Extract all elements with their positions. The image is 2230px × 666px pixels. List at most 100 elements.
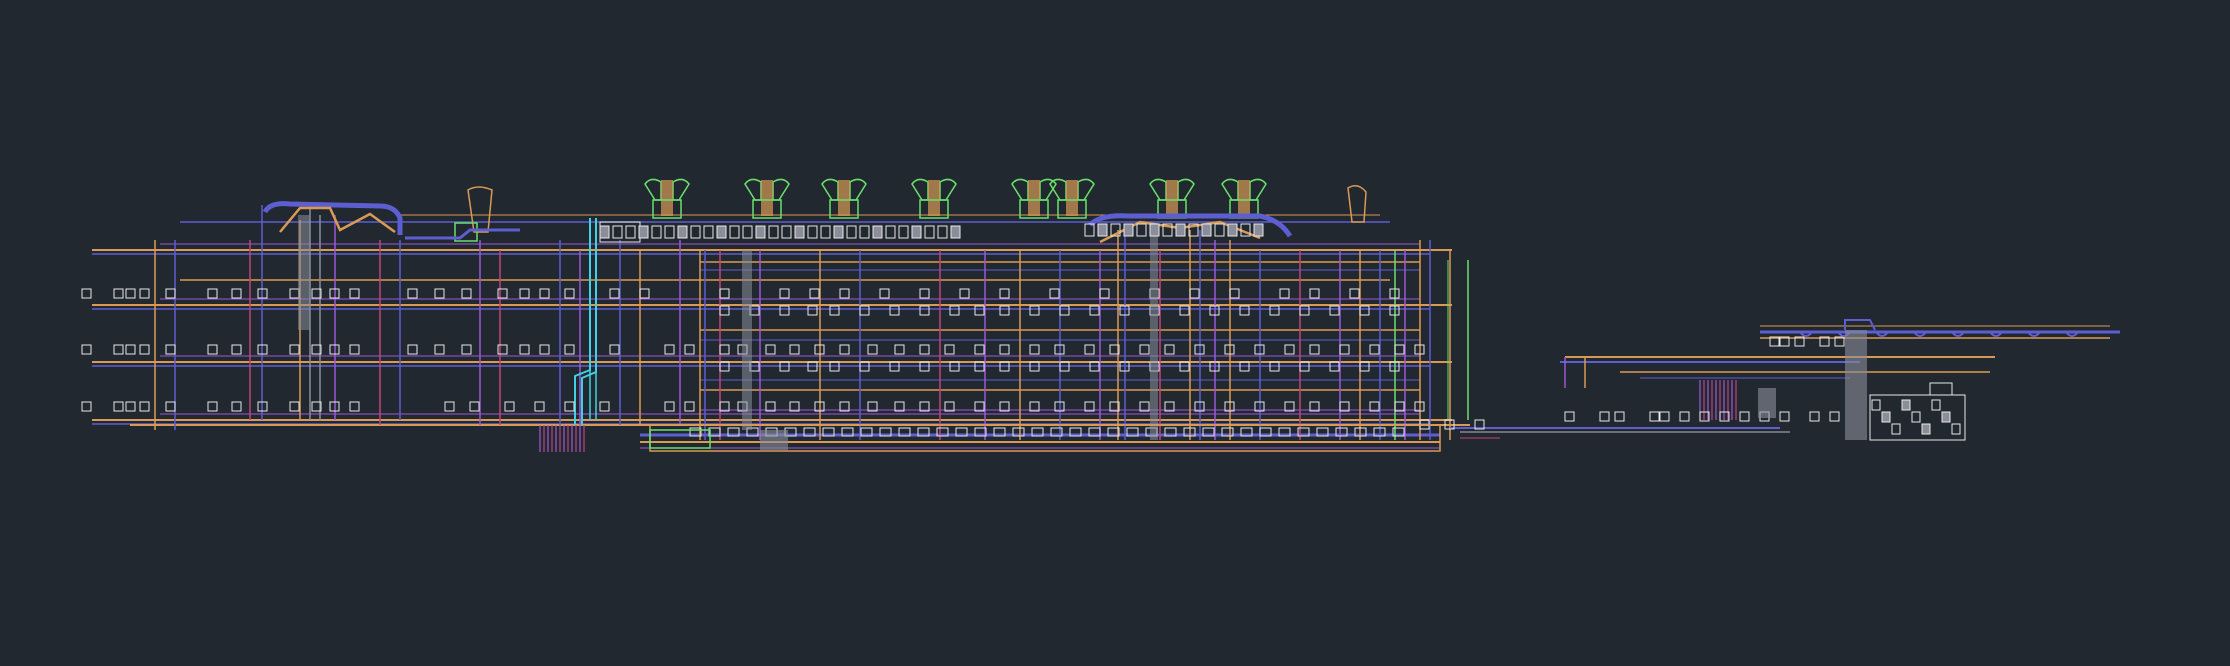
rooftop-ahu: [644, 178, 690, 219]
fixture-box: [944, 344, 955, 355]
fixture-box: [919, 344, 930, 355]
roof-equipment-block: [1227, 223, 1238, 237]
roof-equipment-block: [690, 225, 701, 239]
ahu-body: [1028, 180, 1040, 216]
fixture-box: [719, 288, 730, 299]
cad-drawing-viewport[interactable]: [0, 0, 2230, 666]
roof-equipment-block: [599, 225, 610, 239]
fixture-box: [879, 288, 890, 299]
roof-equipment-block: [872, 225, 883, 239]
layer-pipes: [154, 205, 1790, 452]
roof-equipment-block: [833, 225, 844, 239]
roof-equipment-block: [924, 225, 935, 239]
fixture-box: [434, 344, 445, 355]
rooftop-ahu: [1149, 178, 1195, 219]
ahu-body: [1066, 180, 1078, 216]
fixture-box: [949, 305, 960, 316]
roof-equipment-block: [937, 225, 948, 239]
fixture-box: [889, 305, 900, 316]
ahu-intake-left: [644, 178, 662, 201]
ahu-intake-right: [849, 178, 867, 201]
fixture-box: [113, 288, 124, 299]
fixture-box: [539, 344, 550, 355]
fixture-box: [1284, 344, 1295, 355]
ahu-intake-right: [1249, 178, 1267, 201]
fixture-box: [1309, 344, 1320, 355]
fixture-box: [664, 401, 675, 412]
fixture-box: [207, 344, 218, 355]
exhaust-hood: [1347, 185, 1367, 223]
vertical-duct: [298, 215, 310, 330]
fixture-box: [564, 401, 575, 412]
rooftop-ahu: [1221, 178, 1267, 219]
fixture-box: [1829, 411, 1840, 422]
roof-equipment-block: [729, 225, 740, 239]
roof-equipment-block: [911, 225, 922, 239]
fixture-box: [779, 305, 790, 316]
annex-roof-fan: [1929, 382, 1953, 396]
fixture-box: [113, 401, 124, 412]
fixture-box: [534, 401, 545, 412]
fixture-box: [1059, 305, 1070, 316]
ahu-body: [1166, 180, 1178, 216]
roof-equipment-block: [820, 225, 831, 239]
ahu-intake-left: [911, 178, 929, 201]
roof-equipment-block: [885, 225, 896, 239]
fixture-box: [289, 401, 300, 412]
fixture-box: [349, 344, 360, 355]
roof-equipment-block: [638, 225, 649, 239]
roof-equipment-block: [742, 225, 753, 239]
fixture-box: [125, 288, 136, 299]
fixture-box: [139, 344, 150, 355]
rooftop-ahu: [744, 178, 790, 219]
fixture-box: [807, 305, 818, 316]
fixture-box: [139, 288, 150, 299]
roof-equipment-block: [807, 225, 818, 239]
fixture-box: [1739, 411, 1750, 422]
fixture-box: [231, 288, 242, 299]
fixture-box: [1649, 411, 1660, 422]
ahu-intake-left: [1221, 178, 1239, 201]
fixture-box: [1049, 288, 1060, 299]
roof-equipment-block: [703, 225, 714, 239]
fixture-box: [609, 344, 620, 355]
fixture-box: [1239, 305, 1250, 316]
fixture-box: [639, 288, 650, 299]
fixture-box: [1359, 305, 1370, 316]
roof-equipment-block: [794, 225, 805, 239]
fixture-box: [407, 288, 418, 299]
supply-duct: [405, 228, 520, 240]
fixture-box: [867, 344, 878, 355]
fixture-box: [1084, 344, 1095, 355]
supply-duct: [262, 201, 403, 235]
fixture-box: [999, 344, 1010, 355]
fixture-box: [1139, 344, 1150, 355]
roof-equipment-block: [612, 225, 623, 239]
roof-equipment-block: [1123, 223, 1134, 237]
fixture-box: [139, 401, 150, 412]
fixture-box: [1029, 305, 1040, 316]
fixture-box: [974, 344, 985, 355]
fixture-box: [349, 401, 360, 412]
fixture-box: [999, 288, 1010, 299]
annex-plant-equipment: [1951, 423, 1961, 435]
layer-structure: [92, 214, 2120, 449]
fixture-box: [859, 305, 870, 316]
roof-equipment-block: [625, 225, 636, 239]
fixture-box: [999, 305, 1010, 316]
roof-equipment-block: [768, 225, 779, 239]
fixture-box: [609, 288, 620, 299]
fixture-box: [839, 344, 850, 355]
rooftop-ahu: [1011, 178, 1057, 219]
annex-duct-top: [1844, 319, 1876, 331]
annex-plant-equipment: [1891, 423, 1901, 435]
fixture-box: [719, 305, 730, 316]
roof-equipment-block: [859, 225, 870, 239]
annex-plant-equipment: [1941, 411, 1951, 423]
roof-equipment-block: [1097, 223, 1108, 237]
fixture-box: [1369, 344, 1380, 355]
fixture-box: [779, 288, 790, 299]
fixture-box: [165, 288, 176, 299]
roof-equipment-block: [651, 225, 662, 239]
roof-equipment-block: [1201, 223, 1212, 237]
